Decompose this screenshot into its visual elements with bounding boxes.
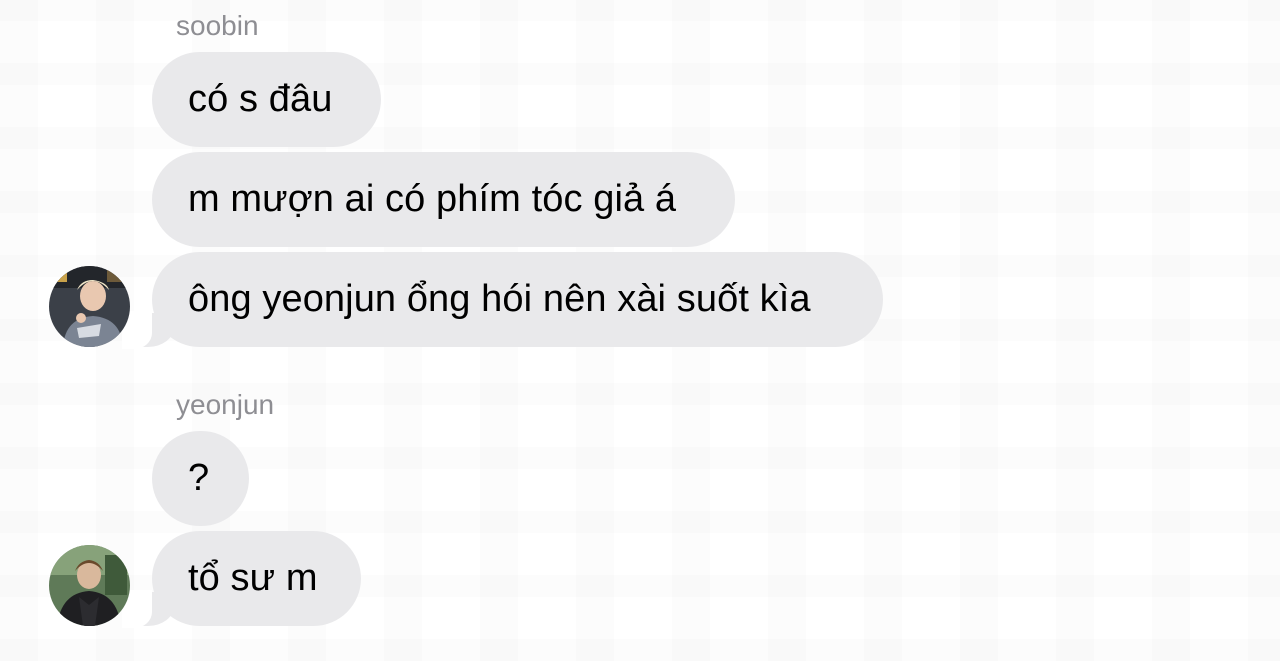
message-text: m mượn ai có phím tóc giả á	[188, 178, 677, 220]
avatar-soobin[interactable]	[49, 266, 130, 347]
message-bubble[interactable]: ?	[152, 431, 249, 526]
message-text: ông yeonjun ổng hói nên xài suốt kìa	[188, 278, 811, 320]
user-avatar-icon	[49, 545, 130, 626]
message-text: có s đâu	[188, 78, 333, 120]
message-bubble[interactable]: m mượn ai có phím tóc giả á	[152, 152, 735, 247]
message-text: tổ sư m	[188, 557, 318, 599]
sender-name-yeonjun: yeonjun	[176, 389, 275, 420]
message-bubble[interactable]: tổ sư m	[122, 531, 361, 628]
avatar-yeonjun[interactable]	[49, 545, 130, 626]
message-bubble[interactable]: có s đâu	[152, 52, 381, 147]
message-text: ?	[188, 457, 210, 499]
sender-name-soobin: soobin	[176, 10, 259, 41]
message-bubble[interactable]: ông yeonjun ổng hói nên xài suốt kìa	[122, 252, 883, 349]
user-avatar-icon	[49, 266, 130, 347]
